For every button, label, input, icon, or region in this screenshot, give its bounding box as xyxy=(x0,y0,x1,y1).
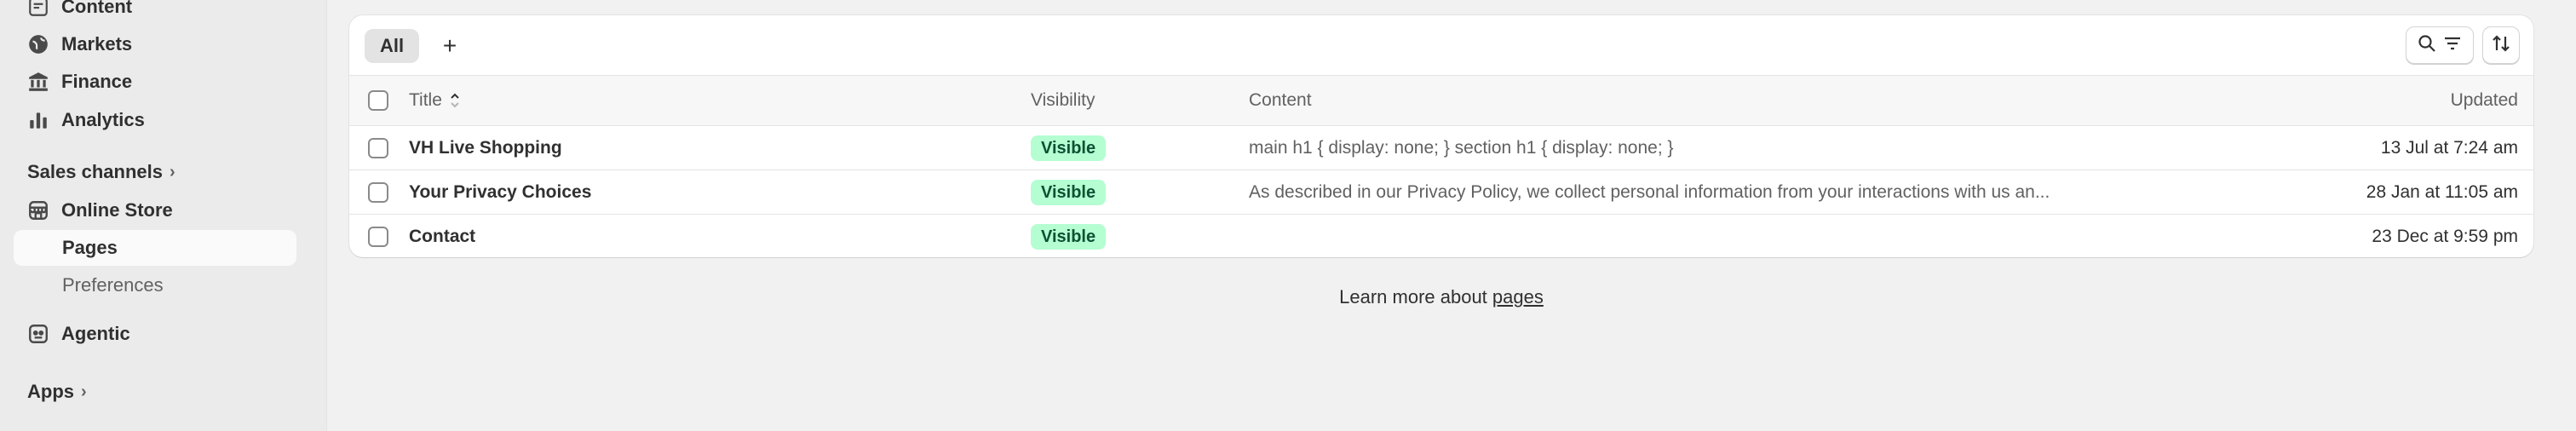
column-header-updated: Updated xyxy=(2450,90,2518,110)
table-header: Title Visibility Content Updated xyxy=(349,75,2533,126)
learn-more-text: Learn more about pages xyxy=(349,286,2533,308)
sales-channels-label: Sales channels xyxy=(27,161,163,182)
search-icon xyxy=(2417,33,2437,58)
sidebar-item-agentic[interactable]: Agentic xyxy=(14,317,296,351)
sidebar-item-finance[interactable]: Finance xyxy=(14,65,296,99)
agentic-icon xyxy=(27,323,49,345)
status-badge: Visible xyxy=(1031,180,1107,205)
column-header-label: Title xyxy=(409,90,442,110)
row-checkbox[interactable] xyxy=(368,138,388,158)
row-visibility: Visible xyxy=(1031,215,1107,257)
sidebar: Content Markets Finance Analytics Sales … xyxy=(0,0,327,431)
row-title[interactable]: VH Live Shopping xyxy=(409,126,562,170)
sidebar-item-pages[interactable]: Pages xyxy=(14,230,296,266)
content-icon xyxy=(27,0,49,18)
table-row[interactable]: VH Live Shopping Visible main h1 { displ… xyxy=(349,126,2533,170)
store-icon xyxy=(27,199,49,221)
sidebar-item-label: Preferences xyxy=(62,274,164,296)
learn-more-prefix: Learn more about xyxy=(1339,286,1492,307)
sidebar-item-label: Markets xyxy=(61,33,133,55)
learn-more-pages-link[interactable]: pages xyxy=(1492,286,1544,307)
sidebar-item-label: Online Store xyxy=(61,199,173,221)
status-badge: Visible xyxy=(1031,135,1107,161)
sidebar-item-label: Agentic xyxy=(61,323,130,344)
column-header-title[interactable]: Title xyxy=(409,76,461,125)
bank-icon xyxy=(27,71,49,93)
column-header-content: Content xyxy=(1249,90,1312,110)
sidebar-item-label: Finance xyxy=(61,71,133,92)
row-updated: 28 Jan at 11:05 am xyxy=(2366,182,2518,202)
row-updated: 23 Dec at 9:59 pm xyxy=(2372,227,2518,246)
row-content xyxy=(1249,215,2135,257)
globe-icon xyxy=(27,33,49,55)
add-view-button[interactable]: + xyxy=(433,29,467,63)
pages-table-card: All + Title Visibility Content Updated V… xyxy=(349,15,2533,257)
row-checkbox[interactable] xyxy=(368,227,388,247)
table-row[interactable]: Contact Visible 23 Dec at 9:59 pm xyxy=(349,215,2533,257)
select-all-checkbox[interactable] xyxy=(368,90,388,111)
chevron-right-icon: › xyxy=(81,382,87,401)
row-visibility: Visible xyxy=(1031,126,1107,170)
row-title[interactable]: Contact xyxy=(409,215,475,257)
row-visibility: Visible xyxy=(1031,170,1107,215)
table-toolbar: All + xyxy=(349,15,2533,75)
search-filter-button[interactable] xyxy=(2406,26,2474,64)
row-title[interactable]: Your Privacy Choices xyxy=(409,170,591,215)
sidebar-item-online-store[interactable]: Online Store xyxy=(14,193,296,227)
row-checkbox[interactable] xyxy=(368,182,388,203)
column-header-visibility: Visibility xyxy=(1031,90,1095,110)
sidebar-item-label: Pages xyxy=(62,237,118,258)
sort-icon xyxy=(2491,33,2511,58)
sidebar-item-label: Content xyxy=(61,0,133,17)
sales-channels-header[interactable]: Sales channels › xyxy=(27,158,175,186)
sidebar-item-label: Analytics xyxy=(61,109,145,130)
sidebar-item-markets[interactable]: Markets xyxy=(14,27,296,61)
bar-chart-icon xyxy=(27,109,49,131)
sidebar-item-content[interactable]: Content xyxy=(14,0,296,24)
row-content: As described in our Privacy Policy, we c… xyxy=(1249,182,2050,202)
table-row[interactable]: Your Privacy Choices Visible As describe… xyxy=(349,170,2533,215)
sort-button[interactable] xyxy=(2482,26,2520,64)
chevron-right-icon: › xyxy=(169,162,175,181)
apps-label: Apps xyxy=(27,381,74,402)
row-updated: 13 Jul at 7:24 am xyxy=(2380,138,2518,158)
tab-all[interactable]: All xyxy=(365,29,420,63)
apps-header[interactable]: Apps › xyxy=(27,378,87,405)
filter-icon xyxy=(2442,33,2463,58)
status-badge: Visible xyxy=(1031,224,1107,250)
row-content: main h1 { display: none; } section h1 { … xyxy=(1249,138,1674,158)
sidebar-item-preferences[interactable]: Preferences xyxy=(14,267,296,303)
sidebar-item-analytics[interactable]: Analytics xyxy=(14,103,296,137)
sort-ascending-icon xyxy=(449,91,461,110)
